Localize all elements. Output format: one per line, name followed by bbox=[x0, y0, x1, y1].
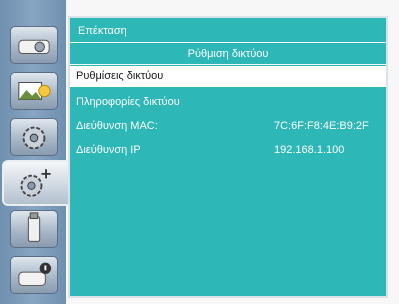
menu-item-label: Πληροφορίες δικτύου bbox=[76, 96, 180, 108]
extended-settings-icon bbox=[20, 169, 51, 197]
osd-menu: Επέκταση Ρύθμιση δικτύου Ρυθμίσεις δικτύ… bbox=[0, 0, 399, 304]
divider bbox=[70, 64, 386, 65]
gear-icon bbox=[22, 126, 46, 150]
tab-usb[interactable] bbox=[10, 210, 58, 248]
tab-extended[interactable] bbox=[2, 160, 68, 206]
projector-icon bbox=[18, 39, 50, 54]
menu-item-network-info[interactable]: Πληροφορίες δικτύου bbox=[70, 92, 386, 113]
image-adjust-icon bbox=[18, 82, 51, 100]
menu-item-ip-address: Διεύθυνση IP 192.168.1.100 bbox=[70, 140, 386, 161]
menu-item-label: Ρυθμίσεις δικτύου bbox=[76, 70, 164, 82]
tab-picture[interactable] bbox=[10, 72, 58, 110]
menu-item-network-settings[interactable]: Ρυθμίσεις δικτύου bbox=[70, 66, 386, 87]
menu-sidebar bbox=[0, 0, 68, 304]
menu-item-label: Διεύθυνση IP bbox=[76, 144, 141, 156]
tab-settings[interactable] bbox=[10, 118, 58, 156]
projector-info-icon bbox=[18, 262, 52, 286]
submenu-title: Ρύθμιση δικτύου bbox=[187, 48, 269, 60]
tab-display[interactable] bbox=[10, 26, 58, 64]
ip-address-value: 192.168.1.100 bbox=[274, 144, 345, 156]
panel-title: Επέκταση bbox=[78, 25, 127, 37]
menu-panel: Επέκταση Ρύθμιση δικτύου Ρυθμίσεις δικτύ… bbox=[68, 16, 388, 298]
menu-item-label: Διεύθυνση MAC: bbox=[76, 120, 158, 132]
menu-item-mac-address: Διεύθυνση MAC: 7C:6F:F8:4E:B9:2F bbox=[70, 116, 386, 137]
mac-address-value: 7C:6F:F8:4E:B9:2F bbox=[274, 120, 369, 132]
tab-info[interactable] bbox=[10, 256, 58, 294]
usb-icon bbox=[27, 212, 41, 242]
